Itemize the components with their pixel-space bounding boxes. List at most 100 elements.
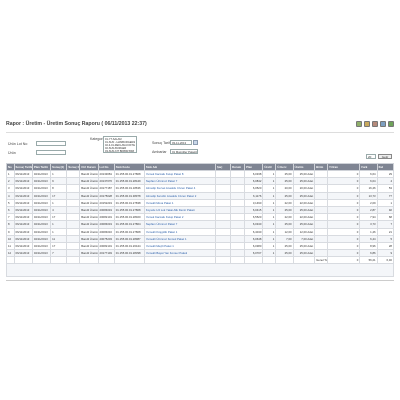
table-cell [230,177,246,186]
table-cell: 25,00 Adet [292,177,316,186]
refresh-icon[interactable] [388,121,394,127]
pdf-icon[interactable] [372,121,378,127]
table-cell: 04/11/2013 [31,249,52,258]
column-header[interactable]: Ctrl Durum [79,163,99,171]
column-header[interactable]: Lot No [97,163,115,171]
date-label: Sonuç Tarihi [152,141,172,145]
table-cell: 04/11/2013 [31,177,52,186]
table-row[interactable]: 6 06/11/2013 04/11/2013 4 Bandli Üretim 20084… [6,205,395,215]
table-cell [66,205,81,215]
table-row[interactable]: 8 06/11/2013 04/11/2013 1 Bandli Üretim 20084… [6,220,395,229]
table-body: 1 06/11/2013 04/11/2013 1 Bandli Üretim 20133… [6,169,395,278]
table-cell: 20082101 [97,213,115,222]
table-cell [66,177,81,186]
table-cell: 3,1490 [244,198,264,207]
column-header[interactable]: Birim [314,163,329,171]
table-cell[interactable]: Nepfam Ürünnoz Paket 7 [143,177,217,186]
table-cell[interactable]: Almudip Kuvvet Anadolu Civren Paket 4 [143,184,217,193]
table-cell: 6,0415 [244,205,264,215]
total-cell [79,256,99,265]
table-cell: 25,00 [275,249,294,258]
table-cell: 4 [50,205,68,215]
table-cell: 8,96 [359,241,378,251]
category-listbox[interactable]: 01-YT-SALAM 01-SUN - HAMBURGER/ET 02-3-0… [103,136,137,153]
column-header[interactable]: Sonuç No [66,163,81,171]
table-cell[interactable]: Yemek Kaccalu Kutup Paket 2 [143,213,217,222]
table-row[interactable]: 1 06/11/2013 04/11/2013 1 Bandli Üretim 20133… [6,169,395,179]
table-cell: 1 [262,205,277,215]
table-cell: 04/11/2013 [31,191,52,200]
table-cell: 06/11/2013 [13,184,33,193]
email-icon[interactable] [380,121,386,127]
date-input[interactable]: 03-11-2013 [170,140,192,145]
column-header[interactable]: Stok Adı [143,163,217,171]
column-header[interactable]: Kul [376,163,395,171]
page-size-select[interactable]: 20 [366,154,376,159]
column-header[interactable]: Sonuç(1) [50,163,68,171]
total-cell [50,256,68,265]
table-row[interactable]: 3 06/11/2013 04/11/2013 8 Bandli Üretim 20177… [6,184,395,193]
table-cell: 0 [327,191,361,200]
table-row[interactable]: 7 06/11/2013 04/11/2013 17 Bandli Üretim 2008… [6,213,395,222]
table-cell [215,213,232,222]
print-icon[interactable] [356,121,362,127]
empty-row [6,263,394,278]
results-table: No Sonuç Tarihi Plan Tarihi Sonuç(1) Sonuç N… [6,163,395,278]
table-cell [230,249,246,258]
table-cell: 25,00 Adet [292,249,316,258]
column-header[interactable]: Plan Tarihi [31,163,52,171]
category-label: Kategori [90,137,104,141]
table-cell[interactable]: Almudip Kervdin Anadolu Civren Paket 2 [143,191,217,200]
table-cell: 5 [6,198,15,207]
table-cell[interactable]: Yemekli Moxa Paket 1 [143,198,217,207]
table-cell: Bandli Üretim [79,177,99,186]
column-header[interactable]: Üretim [292,163,316,171]
table-cell: Bandli Üretim [79,234,99,243]
table-cell[interactable]: Yemekli Bayat Yan Konser Paketi [143,249,217,258]
column-header[interactable]: Stok Kodu [113,163,145,171]
product-input[interactable] [36,150,66,155]
table-cell: 25,00 [275,191,294,200]
table-cell[interactable]: Nepfam Ürünnoz Paket 7 [143,220,217,229]
table-cell: 1 [376,198,395,207]
column-header[interactable]: Plan [244,163,264,171]
table-cell[interactable]: Yemek Kaccalu Kutup Paket 8 [143,169,217,179]
table-cell[interactable]: Yemekli Ürünnoz Konsol Paket 1 [143,234,217,243]
column-header[interactable]: Durum [230,163,246,171]
category-option[interactable]: 03-SUN-KİT BİRBİR BİRİ [105,150,135,153]
column-header[interactable]: Sonuç Tarihi [13,163,33,171]
go-button[interactable]: Getir [378,153,392,159]
table-cell [215,184,232,193]
total-cell [215,256,232,265]
total-cell [244,256,264,265]
table-cell [314,220,329,229]
table-row[interactable]: 5 06/11/2013 04/11/2013 1 Bandli Üretim 20152… [6,198,395,207]
table-cell: 04/11/2013 [31,184,52,193]
excel-icon[interactable] [364,121,370,127]
table-row[interactable]: 2 06/11/2013 04/11/2013 9 Bandli Üretim 20137… [6,177,395,186]
column-header[interactable]: Ü.Gerc [275,163,294,171]
column-header[interactable]: No [6,163,15,171]
column-header[interactable]: Fark [359,163,378,171]
table-cell[interactable]: Koyudu 1/2 Lok Yakai Alik Demir Paketi [143,205,217,215]
column-header[interactable]: Şarj [215,163,232,171]
table-cell: 21 [376,227,395,236]
table-row[interactable]: 11 06/11/2013 04/11/2013 17 Bandli Üretim 200… [6,241,395,251]
table-cell [66,227,81,236]
table-row[interactable]: 9 06/11/2013 04/11/2013 1 Bandli Üretim 20084… [6,227,395,236]
table-row[interactable]: 10 06/11/2013 04/11/2013 11 Bandli Üretim 200… [6,234,395,243]
table-cell[interactable]: Yemekli Köşgüllü Paket 1 [143,227,217,236]
column-header[interactable]: Y.Oran [327,163,361,171]
calendar-icon[interactable] [193,140,198,145]
table-header-row: No Sonuç Tarihi Plan Tarihi Sonuç(1) Sonuç N… [6,163,395,171]
warehouse-select[interactable]: 01 Mamüller Pakettleme [170,149,198,154]
table-cell: 8 [50,184,68,193]
table-cell[interactable]: Yemekli Meçili Paket 1 [143,241,217,251]
table-cell [66,220,81,229]
lot-no-input[interactable] [36,141,66,146]
table-cell [66,213,81,222]
table-row[interactable]: 12 06/11/2013 04/11/2013 7 Bandli Üretim 2017… [6,249,395,258]
table-row[interactable]: 4 06/11/2013 04/11/2013 17 Bandli Üretim 2017… [6,191,395,200]
column-header[interactable]: Üretil [262,163,277,171]
table-cell: 01.155.00.01.28400 [113,213,145,222]
